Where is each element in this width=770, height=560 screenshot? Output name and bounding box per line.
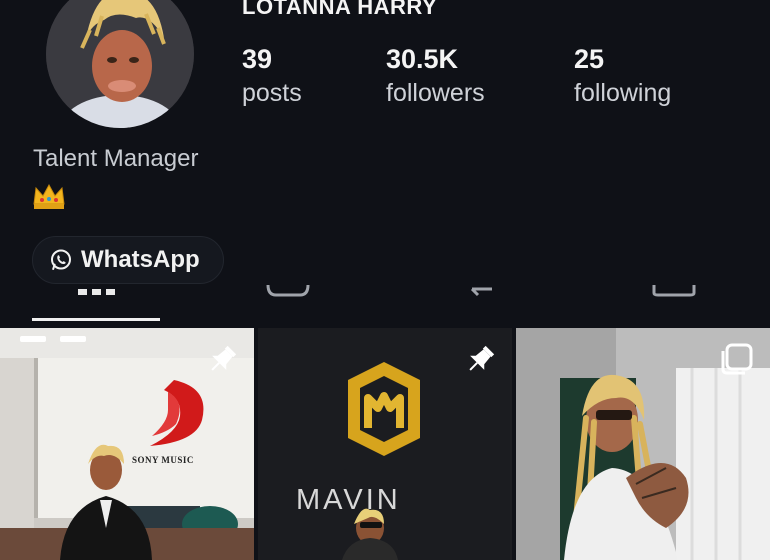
following-count: 25 xyxy=(574,44,605,74)
tagged-tab[interactable] xyxy=(652,283,696,297)
active-tab-indicator xyxy=(32,318,160,321)
reels-icon xyxy=(266,284,310,297)
reposts-tab[interactable] xyxy=(468,283,496,297)
reels-tab[interactable] xyxy=(266,283,310,297)
multiple-posts-icon xyxy=(720,342,754,381)
pinned-icon xyxy=(204,342,240,383)
grid-icon xyxy=(78,289,115,295)
tagged-icon xyxy=(652,285,696,297)
stat-followers[interactable]: 30.5K followers xyxy=(386,44,485,108)
repost-icon xyxy=(470,287,492,297)
post-thumbnail-2[interactable]: MAVIN xyxy=(258,328,512,560)
crown-icon xyxy=(32,182,66,210)
stat-following[interactable]: 25 following xyxy=(574,44,671,108)
post-thumbnail-1[interactable]: SONY MUSIC xyxy=(0,328,254,560)
posts-count: 39 xyxy=(242,44,273,74)
post-sign-text: MAVIN xyxy=(296,484,401,516)
following-label: following xyxy=(574,79,672,107)
post-thumbnail-3[interactable] xyxy=(516,328,770,560)
stat-posts[interactable]: 39 posts xyxy=(242,44,302,108)
posts-grid-tab[interactable] xyxy=(78,283,116,297)
posts-label: posts xyxy=(242,79,302,107)
whatsapp-button[interactable]: WhatsApp xyxy=(32,236,224,284)
followers-count: 30.5K xyxy=(386,44,459,74)
profile-bio: Talent Manager xyxy=(33,145,199,172)
post-sign-text: SONY MUSIC xyxy=(132,455,194,465)
whatsapp-button-label: WhatsApp xyxy=(81,246,200,273)
profile-avatar[interactable] xyxy=(46,0,194,128)
pinned-icon xyxy=(462,342,498,383)
followers-label: followers xyxy=(386,79,485,107)
whatsapp-icon xyxy=(49,248,73,272)
profile-username: LOTANNA HARRY xyxy=(242,0,438,19)
